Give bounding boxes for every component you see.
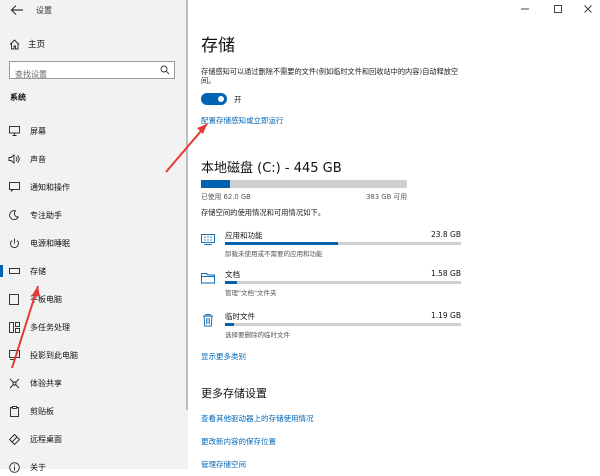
disk-usage-bar [201, 180, 407, 188]
folder-icon [201, 273, 215, 284]
category-documents[interactable]: 文档 1.58 GB 管理"文档"文件夹 [201, 269, 461, 299]
sidebar-item-display[interactable]: 屏幕 [0, 122, 186, 140]
window-title: 设置 [36, 6, 52, 15]
sidebar-item-label: 存储 [30, 266, 46, 276]
storage-sense-toggle[interactable] [201, 93, 227, 105]
storage-sense-description: 存储感知可以通过删除不需要的文件(例如临时文件和回收站中的内容)自动释放空间。 [201, 67, 459, 85]
category-name: 文档 [225, 270, 240, 279]
sidebar-item-shared-experiences[interactable]: 体验共享 [0, 374, 186, 392]
sidebar-item-about[interactable]: 关于 [0, 458, 186, 476]
sidebar-item-label: 通知和操作 [30, 182, 70, 192]
category-subtext: 选择要删除的临时文件 [225, 331, 290, 339]
category-size: 1.58 GB [430, 269, 461, 278]
category-subtext: 管理"文档"文件夹 [225, 289, 277, 297]
multitask-icon [8, 321, 20, 333]
main-panel: 存储 存储感知可以通过删除不需要的文件(例如临时文件和回收站中的内容)自动释放空… [188, 0, 600, 469]
category-name: 临时文件 [225, 312, 255, 321]
search-input[interactable] [10, 66, 160, 83]
sidebar-item-notifications[interactable]: 通知和操作 [0, 178, 186, 196]
section-label-system: 系统 [10, 93, 26, 102]
minimize-icon[interactable] [519, 3, 531, 15]
change-save-location-link[interactable]: 更改新内容的保存位置 [201, 436, 276, 447]
notification-icon [8, 181, 20, 193]
sidebar-item-storage[interactable]: 存储 [0, 262, 186, 280]
other-drives-link[interactable]: 查看其他驱动器上的存储使用情况 [201, 413, 314, 424]
share-icon [8, 377, 20, 389]
category-apps[interactable]: 应用和功能 23.8 GB 卸载未使用或不需要的应用和功能 [201, 230, 461, 260]
sidebar-item-label: 屏幕 [30, 126, 46, 136]
category-bar-fill [225, 281, 237, 284]
clipboard-icon [8, 405, 20, 417]
sidebar-item-clipboard[interactable]: 剪贴板 [0, 402, 186, 420]
category-bar [225, 281, 461, 284]
sidebar-item-power[interactable]: 电源和睡眠 [0, 234, 186, 252]
disk-free-label: 383 GB 可用 [366, 193, 407, 201]
project-icon [8, 349, 20, 361]
sidebar-item-label: 多任务处理 [30, 322, 70, 332]
active-indicator [0, 265, 3, 277]
speaker-icon [8, 153, 20, 165]
category-temp-files[interactable]: 临时文件 1.19 GB 选择要删除的临时文件 [201, 311, 461, 341]
sidebar: 设置 主页 系统 屏幕 声音 通知和操作 专注助手 [0, 0, 188, 473]
sidebar-item-label: 平板电脑 [30, 294, 62, 304]
info-icon [8, 461, 20, 473]
search-icon[interactable] [160, 65, 170, 75]
category-bar-fill [225, 242, 339, 245]
sidebar-item-label: 剪贴板 [30, 406, 54, 416]
show-more-categories-link[interactable]: 显示更多类别 [201, 351, 246, 362]
sidebar-item-focus-assist[interactable]: 专注助手 [0, 206, 186, 224]
maximize-icon[interactable] [552, 3, 564, 15]
sidebar-item-label: 电源和睡眠 [30, 238, 70, 248]
usage-intro-text: 存储空间的使用情况和可用情况如下。 [201, 208, 326, 217]
search-box[interactable] [9, 61, 175, 83]
sidebar-item-label: 体验共享 [30, 378, 62, 388]
back-arrow-icon[interactable] [10, 4, 24, 16]
category-size: 23.8 GB [430, 230, 461, 239]
category-size: 1.19 GB [430, 311, 461, 320]
disk-usage-fill [201, 180, 230, 188]
monitor-icon [8, 125, 20, 137]
close-icon[interactable] [582, 3, 594, 15]
remote-desktop-icon [8, 433, 20, 445]
sidebar-item-label: 投影到此电脑 [30, 350, 78, 360]
sidebar-item-tablet[interactable]: 平板电脑 [0, 290, 186, 308]
page-title: 存储 [201, 36, 235, 56]
category-name: 应用和功能 [225, 231, 263, 240]
sidebar-item-label: 关于 [30, 462, 46, 472]
toggle-knob [218, 96, 224, 102]
sidebar-item-multitasking[interactable]: 多任务处理 [0, 318, 186, 336]
category-subtext: 卸载未使用或不需要的应用和功能 [225, 250, 323, 258]
moon-icon [8, 209, 20, 221]
sidebar-item-label: 声音 [30, 154, 46, 164]
apps-icon [201, 234, 215, 245]
sidebar-home-label: 主页 [28, 40, 46, 50]
sidebar-item-label: 专注助手 [30, 210, 62, 220]
configure-storage-sense-link[interactable]: 配置存储感知或立即运行 [201, 115, 284, 126]
storage-icon [8, 265, 20, 277]
trash-icon [203, 314, 213, 327]
toggle-state-label: 开 [234, 95, 242, 104]
power-icon [8, 237, 20, 249]
sidebar-home[interactable]: 主页 [9, 36, 45, 52]
sidebar-item-project[interactable]: 投影到此电脑 [0, 346, 186, 364]
disk-used-label: 已使用 62.0 GB [201, 193, 251, 201]
manage-storage-spaces-link[interactable]: 管理存储空间 [201, 459, 246, 470]
category-bar [225, 242, 461, 245]
category-bar [225, 323, 461, 326]
more-storage-settings-title: 更多存储设置 [201, 387, 267, 400]
tablet-icon [8, 293, 20, 305]
sidebar-item-remote-desktop[interactable]: 远程桌面 [0, 430, 186, 448]
sidebar-item-sound[interactable]: 声音 [0, 150, 186, 168]
sidebar-item-label: 远程桌面 [30, 434, 62, 444]
home-icon [9, 38, 20, 49]
disk-title: 本地磁盘 (C:) - 445 GB [201, 161, 342, 176]
category-bar-fill [225, 323, 235, 326]
